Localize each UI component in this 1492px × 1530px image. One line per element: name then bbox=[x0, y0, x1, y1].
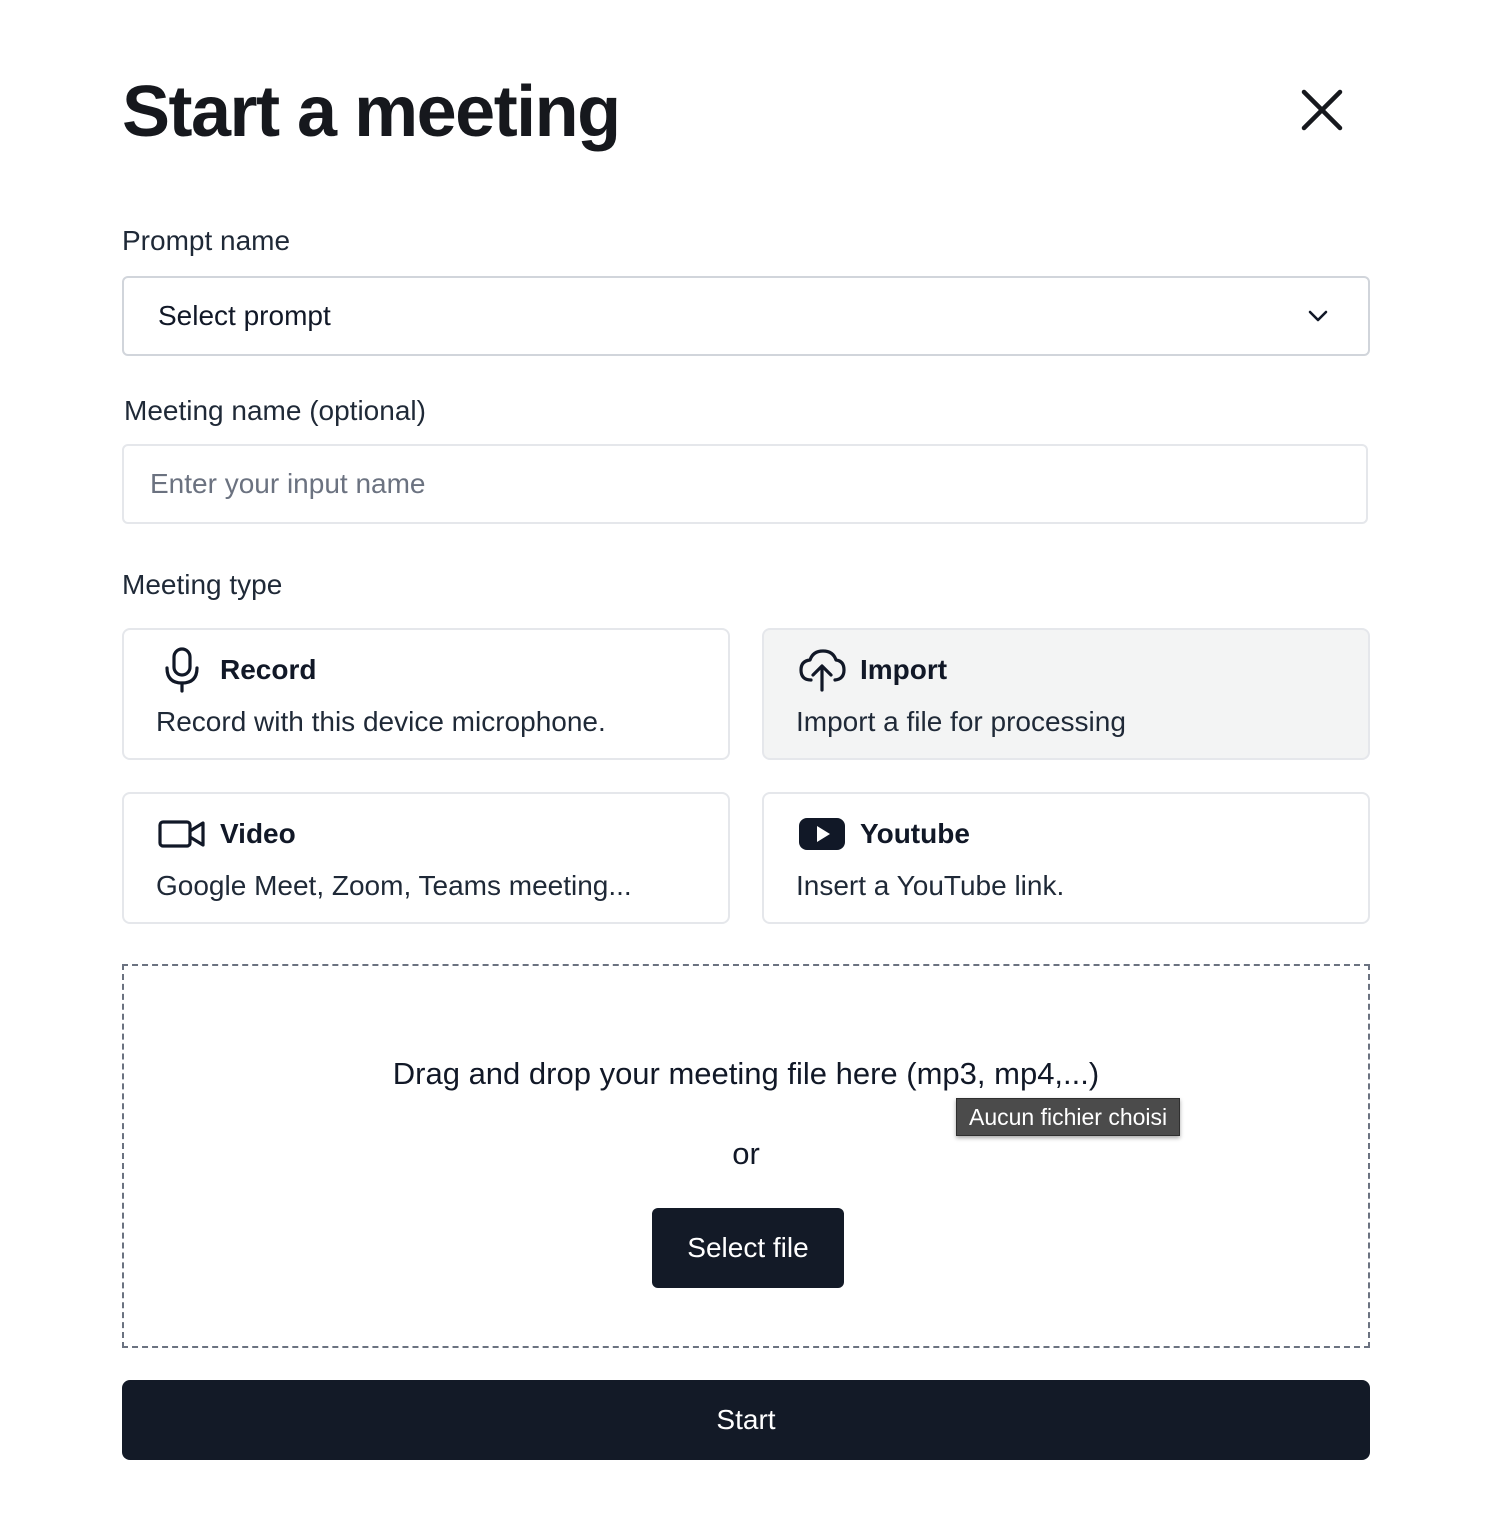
meeting-type-title: Record bbox=[220, 654, 317, 685]
dropzone-or: or bbox=[732, 1136, 760, 1171]
microphone-icon bbox=[158, 647, 206, 693]
cloud-upload-icon bbox=[798, 648, 846, 692]
video-camera-icon bbox=[158, 812, 206, 856]
meeting-name-label: Meeting name (optional) bbox=[124, 395, 426, 426]
modal-title: Start a meeting bbox=[122, 72, 621, 152]
meeting-type-description: Import a file for processing bbox=[796, 706, 1126, 737]
youtube-icon bbox=[798, 812, 846, 856]
meeting-type-record[interactable]: Record Record with this device microphon… bbox=[122, 628, 730, 760]
meeting-type-description: Record with this device microphone. bbox=[156, 706, 606, 737]
meeting-name-input[interactable] bbox=[122, 444, 1368, 524]
prompt-name-label: Prompt name bbox=[122, 225, 291, 256]
prompt-select-value: Select prompt bbox=[158, 300, 331, 331]
start-button[interactable]: Start bbox=[122, 1380, 1370, 1460]
chevron-down-icon bbox=[1308, 310, 1328, 322]
dropzone-instructions: Drag and drop your meeting file here (mp… bbox=[392, 1056, 1100, 1091]
meeting-type-title: Import bbox=[860, 654, 948, 685]
meeting-type-youtube[interactable]: Youtube Insert a YouTube link. bbox=[762, 792, 1370, 924]
meeting-type-label: Meeting type bbox=[122, 569, 283, 600]
meeting-type-description: Google Meet, Zoom, Teams meeting... bbox=[156, 870, 632, 901]
file-dropzone[interactable]: Drag and drop your meeting file here (mp… bbox=[122, 964, 1370, 1348]
meeting-type-description: Insert a YouTube link. bbox=[796, 870, 1065, 901]
prompt-select[interactable]: Select prompt bbox=[122, 276, 1370, 356]
meeting-type-title: Video bbox=[220, 818, 296, 849]
meeting-type-title: Youtube bbox=[860, 818, 970, 849]
start-meeting-modal: Start a meeting Prompt name Select promp… bbox=[122, 0, 1370, 1530]
meeting-type-video[interactable]: Video Google Meet, Zoom, Teams meeting..… bbox=[122, 792, 730, 924]
close-button[interactable] bbox=[1292, 80, 1352, 140]
meeting-type-import[interactable]: Import Import a file for processing bbox=[762, 628, 1370, 760]
file-tooltip: Aucun fichier choisi bbox=[956, 1098, 1181, 1136]
select-file-button[interactable]: Select file bbox=[652, 1208, 844, 1288]
close-icon bbox=[1301, 89, 1343, 131]
